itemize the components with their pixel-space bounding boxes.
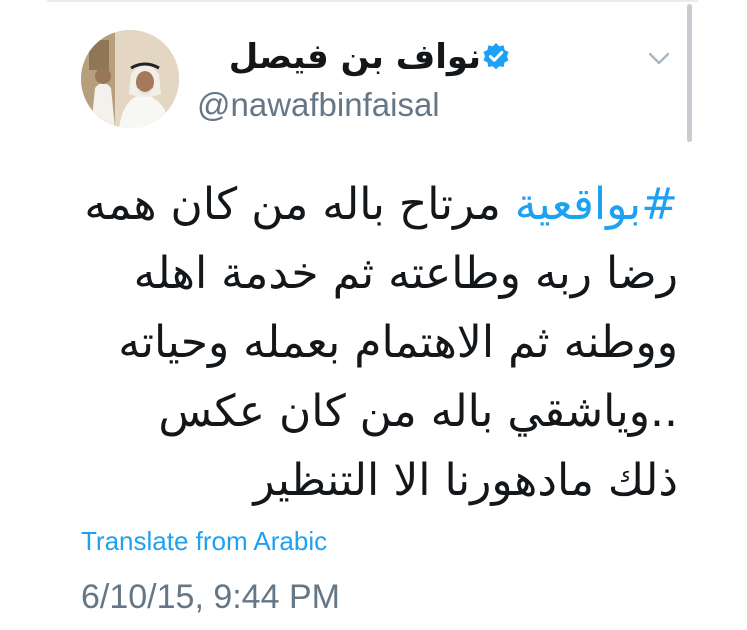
translate-link[interactable]: Translate from Arabic — [81, 526, 327, 557]
tweet-header: نواف بن فيصل @nawafbinfaisal — [81, 30, 681, 130]
top-divider — [47, 0, 698, 2]
chevron-down-icon[interactable] — [644, 43, 674, 73]
verified-badge-icon — [483, 43, 509, 70]
tweet-text: #بواقعية مرتاح باله من كان همه رضا ربه و… — [80, 170, 678, 515]
avatar[interactable] — [81, 30, 179, 128]
author-handle: @nawafbinfaisal — [197, 86, 440, 123]
hashtag-link[interactable]: #بواقعية — [515, 179, 678, 230]
tweet-timestamp[interactable]: 6/10/15, 9:44 PM — [81, 578, 340, 617]
scrollbar[interactable] — [687, 4, 692, 142]
author-display-name: نواف بن فيصل — [228, 37, 481, 77]
avatar-photo-icon — [81, 30, 179, 128]
author-name-row: نواف بن فيصل — [197, 32, 517, 82]
author-info[interactable]: نواف بن فيصل @nawafbinfaisal — [197, 32, 517, 126]
